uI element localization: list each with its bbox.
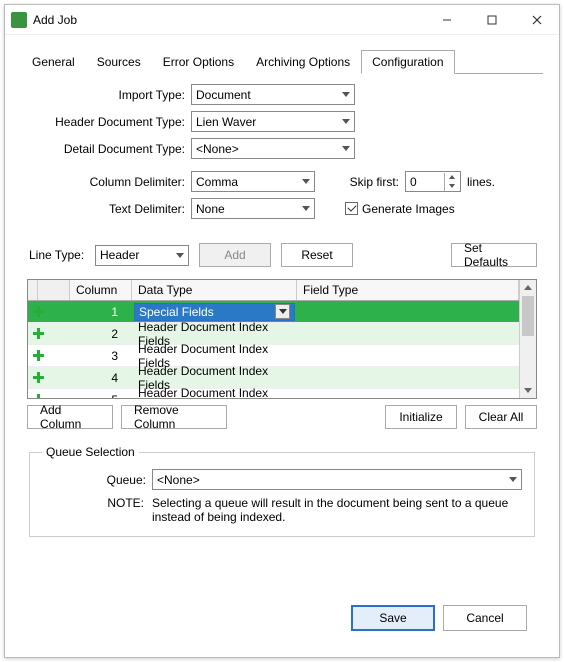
chevron-down-icon [342, 146, 350, 151]
cell-column: 1 [70, 301, 132, 323]
titlebar: Add Job [5, 5, 559, 35]
table-row[interactable]: 5Header Document Index Fields [28, 389, 519, 398]
spin-down-icon[interactable] [444, 182, 458, 191]
column-delimiter-select[interactable]: Comma [191, 171, 315, 192]
cell-column: 2 [70, 323, 132, 345]
add-column-button[interactable]: Add Column [27, 405, 113, 429]
cell-column: 5 [70, 389, 132, 398]
table-header: Column Data Type Field Type [28, 280, 519, 301]
reset-button[interactable]: Reset [281, 243, 353, 267]
app-icon [11, 12, 27, 28]
set-defaults-button[interactable]: Set Defaults [451, 243, 537, 267]
window-title: Add Job [33, 13, 424, 27]
queue-selection-group: Queue Selection Queue: <None> NOTE: Sele… [29, 445, 535, 537]
scroll-thumb[interactable] [522, 296, 534, 336]
cell-column: 3 [70, 345, 132, 367]
queue-legend: Queue Selection [42, 445, 139, 459]
chevron-down-icon [275, 304, 290, 319]
minimize-button[interactable] [424, 5, 469, 34]
col-header-column[interactable]: Column [70, 280, 132, 300]
chevron-down-icon [342, 119, 350, 124]
detail-doc-type-select[interactable]: <None> [191, 138, 355, 159]
skip-first-input[interactable]: 0 [405, 171, 461, 192]
add-row-icon[interactable] [32, 393, 45, 398]
tab-sources[interactable]: Sources [86, 50, 152, 74]
add-job-dialog: Add Job GeneralSourcesError OptionsArchi… [4, 4, 560, 658]
skip-first-label: Skip first: [345, 175, 405, 189]
chevron-down-icon [342, 92, 350, 97]
checkbox-icon [345, 202, 358, 215]
add-row-icon[interactable] [32, 327, 45, 340]
import-type-select[interactable]: Document [191, 84, 355, 105]
line-type-label: Line Type: [27, 248, 95, 262]
line-type-select[interactable]: Header [95, 245, 189, 266]
chevron-down-icon [176, 253, 184, 258]
note-label: NOTE: [42, 496, 152, 524]
column-delimiter-label: Column Delimiter: [27, 175, 191, 189]
tab-general[interactable]: General [21, 50, 86, 74]
maximize-button[interactable] [469, 5, 514, 34]
tab-configuration[interactable]: Configuration [361, 50, 454, 74]
text-delimiter-label: Text Delimiter: [27, 202, 191, 216]
chevron-down-icon [302, 179, 310, 184]
add-button[interactable]: Add [199, 243, 271, 267]
chevron-down-icon [509, 477, 517, 482]
save-button[interactable]: Save [351, 605, 435, 631]
scroll-down-icon[interactable] [520, 383, 536, 398]
detail-doc-type-label: Detail Document Type: [27, 142, 191, 156]
remove-column-button[interactable]: Remove Column [121, 405, 227, 429]
generate-images-checkbox[interactable]: Generate Images [345, 202, 455, 216]
cell-field-type [297, 367, 519, 389]
clear-all-button[interactable]: Clear All [465, 405, 537, 429]
add-row-icon[interactable] [32, 371, 45, 384]
tab-bar: GeneralSourcesError OptionsArchiving Opt… [21, 49, 543, 74]
cell-column: 4 [70, 367, 132, 389]
cancel-button[interactable]: Cancel [443, 605, 527, 631]
skip-first-suffix: lines. [461, 175, 495, 189]
data-type-select[interactable]: Special Fields [134, 303, 295, 321]
col-header-datatype[interactable]: Data Type [132, 280, 297, 300]
add-row-icon[interactable] [32, 305, 45, 318]
queue-select[interactable]: <None> [152, 469, 522, 490]
note-text: Selecting a queue will result in the doc… [152, 496, 522, 524]
header-doc-type-select[interactable]: Lien Waver [191, 111, 355, 132]
columns-table: Column Data Type Field Type 1Special Fie… [27, 279, 537, 399]
initialize-button[interactable]: Initialize [385, 405, 457, 429]
col-header-fieldtype[interactable]: Field Type [297, 280, 519, 300]
cell-field-type [297, 323, 519, 345]
scroll-up-icon[interactable] [520, 280, 536, 295]
table-scrollbar[interactable] [519, 280, 536, 398]
header-doc-type-label: Header Document Type: [27, 115, 191, 129]
add-row-icon[interactable] [32, 349, 45, 362]
chevron-down-icon [302, 206, 310, 211]
queue-label: Queue: [42, 473, 152, 487]
text-delimiter-select[interactable]: None [191, 198, 315, 219]
import-type-label: Import Type: [27, 88, 191, 102]
tab-error-options[interactable]: Error Options [152, 50, 245, 74]
cell-field-type [297, 345, 519, 367]
spin-up-icon[interactable] [444, 173, 458, 182]
cell-data-type: Header Document Index Fields [132, 389, 297, 398]
tab-archiving-options[interactable]: Archiving Options [245, 50, 361, 74]
close-button[interactable] [514, 5, 559, 34]
cell-field-type [297, 389, 519, 398]
cell-field-type [297, 301, 519, 323]
